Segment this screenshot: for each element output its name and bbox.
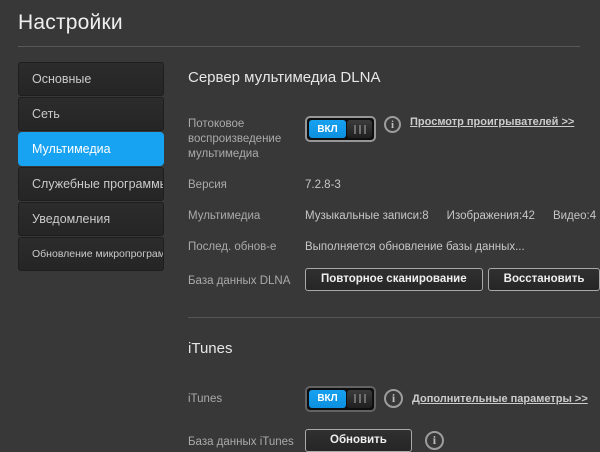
page-header: Настройки: [0, 0, 600, 47]
sidebar-item-general[interactable]: Основные: [18, 62, 164, 96]
last-update-row: Послед. обнов-е Выполняется обновление б…: [188, 240, 600, 255]
dlna-database-row: База данных DLNA Повторное сканирование …: [188, 268, 600, 291]
settings-content: Сервер мультимедиа DLNA Потоковое воспро…: [164, 62, 600, 452]
additional-options-link[interactable]: Дополнительные параметры >>: [412, 393, 588, 405]
info-icon[interactable]: i: [384, 389, 403, 408]
itunes-database-row: База данных iTunes Обновить i: [188, 429, 600, 452]
music-count: Музыкальные записи:8: [305, 210, 429, 222]
sidebar-item-network[interactable]: Сеть: [18, 97, 164, 131]
view-media-players-link[interactable]: Просмотр проигрывателей >>: [410, 116, 574, 128]
refresh-button[interactable]: Обновить: [305, 429, 412, 452]
rebuild-button[interactable]: Восстановить: [488, 268, 600, 291]
itunes-label: iTunes: [188, 386, 305, 412]
images-count: Изображения:42: [447, 210, 535, 222]
media-streaming-label: Потоковое воспроизведение мультимедиа: [188, 113, 305, 162]
toggle-on-label: ВКЛ: [309, 120, 346, 138]
toggle-on-label: ВКЛ: [309, 390, 346, 408]
last-update-status: Выполняется обновление базы данных...: [305, 240, 525, 255]
last-update-label: Послед. обнов-е: [188, 240, 305, 255]
info-icon[interactable]: i: [384, 116, 401, 133]
sidebar-item-notifications[interactable]: Уведомления: [18, 202, 164, 236]
toggle-grip-icon[interactable]: [347, 390, 372, 408]
toggle-grip-icon[interactable]: [347, 120, 372, 138]
itunes-section-title: iTunes: [188, 340, 600, 357]
section-divider: [188, 317, 600, 318]
video-count: Видео:4: [553, 210, 596, 222]
itunes-toggle[interactable]: ВКЛ: [305, 386, 376, 412]
page-title: Настройки: [18, 11, 582, 35]
info-icon[interactable]: i: [425, 431, 444, 450]
sidebar-item-utilities[interactable]: Служебные программы: [18, 167, 164, 201]
sidebar-item-firmware-update[interactable]: Обновление микропрограммы: [18, 237, 164, 271]
multimedia-counts-row: Мультимедиа Музыкальные записи:8 Изображ…: [188, 209, 600, 224]
version-value: 7.2.8-3: [305, 178, 341, 193]
itunes-database-label: База данных iTunes: [188, 429, 305, 452]
version-row: Версия 7.2.8-3: [188, 178, 600, 193]
sidebar-item-media[interactable]: Мультимедиа: [18, 132, 164, 166]
rescan-button[interactable]: Повторное сканирование: [305, 268, 483, 291]
itunes-toggle-row: iTunes ВКЛ i Дополнительные параметры >>: [188, 386, 600, 412]
dlna-section-title: Сервер мультимедиа DLNA: [188, 69, 600, 86]
version-label: Версия: [188, 178, 305, 193]
media-streaming-toggle[interactable]: ВКЛ: [305, 116, 376, 142]
multimedia-label: Мультимедиа: [188, 209, 305, 224]
media-streaming-row: Потоковое воспроизведение мультимедиа ВК…: [188, 113, 600, 162]
dlna-database-label: База данных DLNA: [188, 268, 305, 291]
settings-sidebar: Основные Сеть Мультимедиа Служебные прог…: [18, 62, 164, 272]
